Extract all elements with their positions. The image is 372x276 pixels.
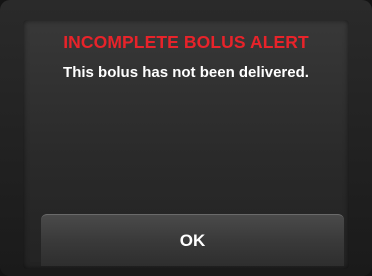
alert-dialog: INCOMPLETE BOLUS ALERT This bolus has no…: [23, 20, 349, 269]
alert-message: This bolus has not been delivered.: [63, 64, 309, 81]
alert-title: INCOMPLETE BOLUS ALERT: [63, 32, 309, 52]
device-frame: INCOMPLETE BOLUS ALERT This bolus has no…: [0, 0, 372, 276]
ok-button[interactable]: OK: [41, 214, 344, 266]
ok-button-label: OK: [179, 231, 206, 250]
